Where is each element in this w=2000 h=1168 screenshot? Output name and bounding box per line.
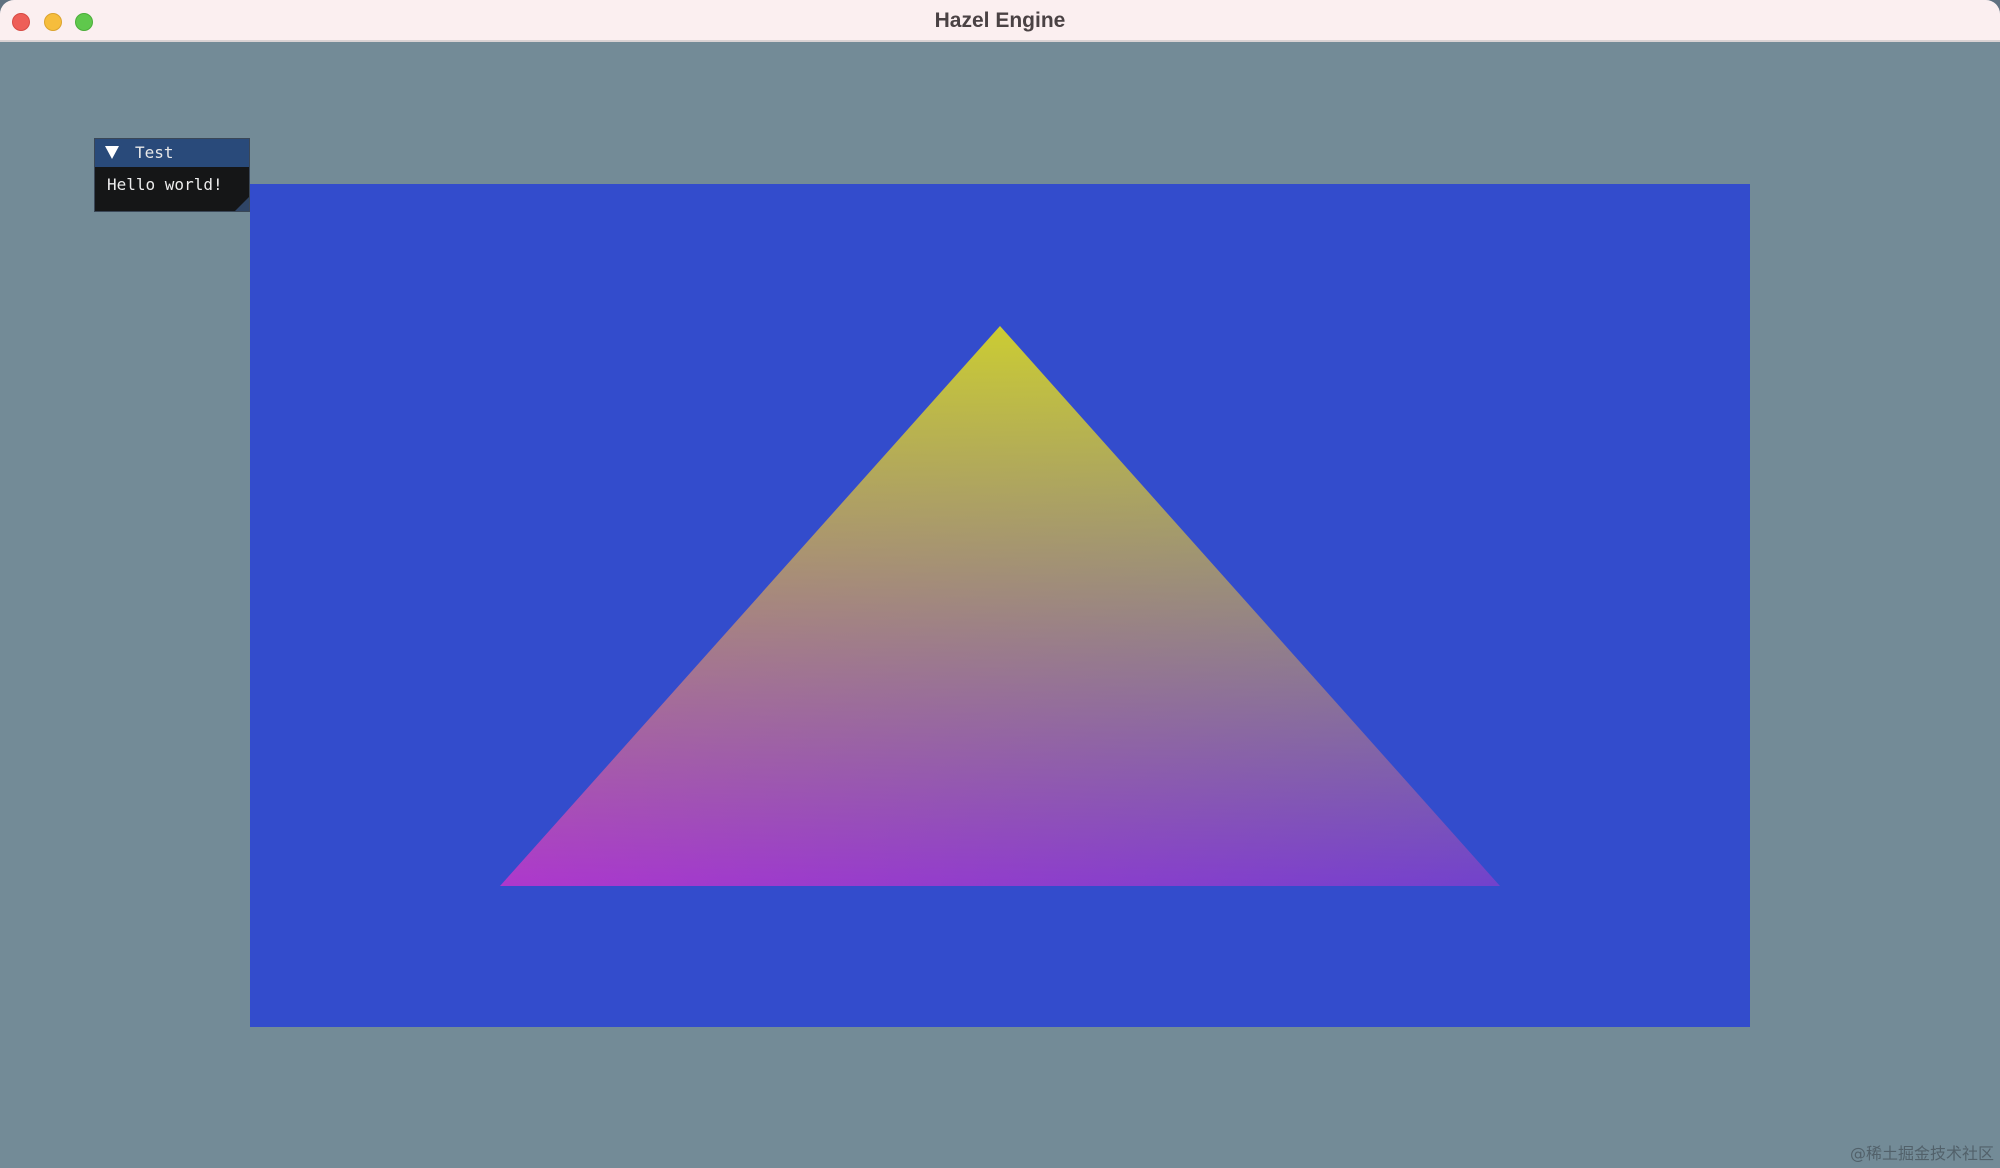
title-bar[interactable]: Hazel Engine: [0, 0, 2000, 42]
watermark: @稀土掘金技术社区: [1849, 1144, 1994, 1163]
rendered-triangle: [500, 326, 1500, 886]
imgui-panel-title: Test: [135, 143, 174, 162]
app-window: Hazel Engine Test Hello world! @稀土掘金技术社区: [0, 0, 2000, 1168]
window-title: Hazel Engine: [934, 9, 1066, 32]
resize-grip-icon[interactable]: [235, 197, 249, 211]
imgui-panel-title-bar[interactable]: Test: [95, 139, 249, 167]
triangle-down-icon[interactable]: [105, 146, 119, 159]
imgui-panel-text: Hello world!: [107, 175, 223, 194]
imgui-test-panel[interactable]: Test Hello world!: [94, 138, 250, 212]
render-viewport: [250, 184, 1750, 1027]
